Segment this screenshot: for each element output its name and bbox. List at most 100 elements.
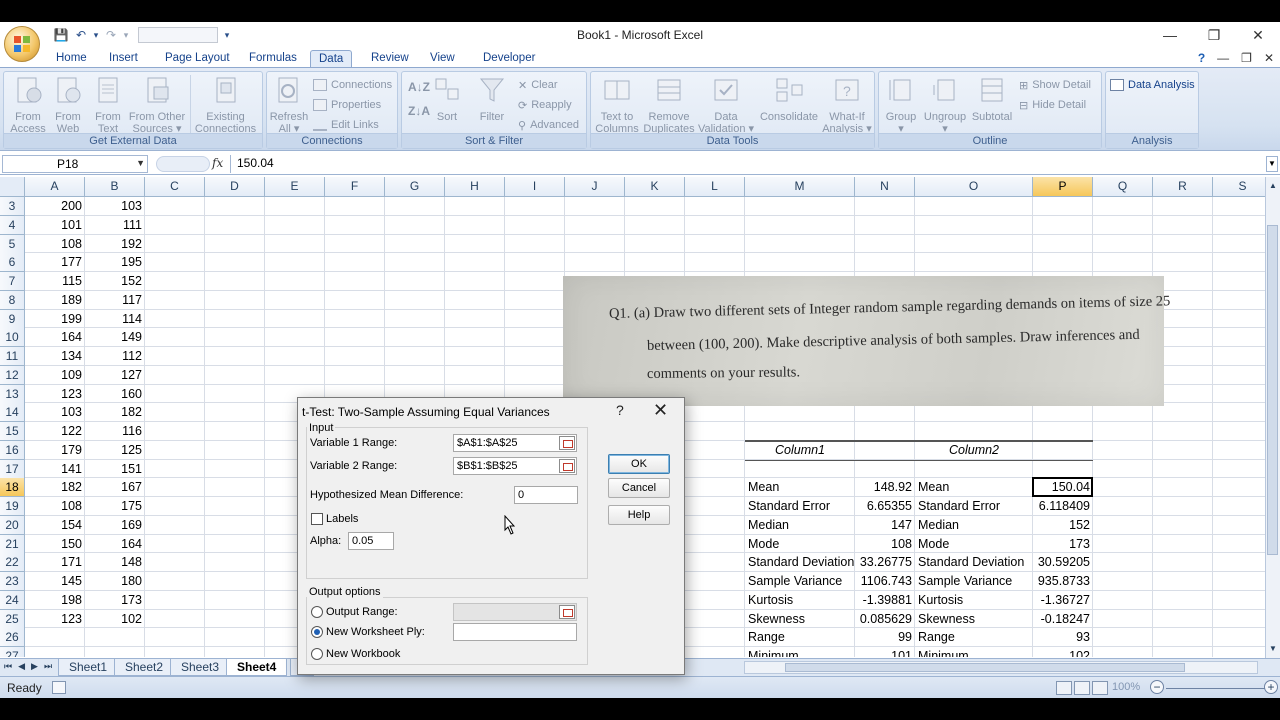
restore-icon[interactable]: ❐ <box>1192 22 1236 48</box>
expand-formula-bar-icon[interactable]: ▼ <box>1266 156 1278 172</box>
question-image[interactable]: Q1. (a) Draw two different sets of Integ… <box>563 276 1170 406</box>
cell-a8[interactable]: 189 <box>25 291 85 310</box>
stats-value-col1[interactable]: 101 <box>855 647 915 657</box>
existing-connections-button[interactable]: Existing Connections <box>190 75 260 135</box>
row-header-9[interactable]: 9 <box>0 309 25 329</box>
close-icon[interactable]: ✕ <box>1236 22 1280 48</box>
stats-label-col2[interactable]: Sample Variance <box>915 572 1033 591</box>
sheet-tab-3[interactable]: Sheet3 <box>170 659 231 676</box>
what-if-analysis-button[interactable]: ? What-If Analysis ▾ <box>821 75 873 135</box>
row-header-25[interactable]: 25 <box>0 609 25 629</box>
stats-value-col1[interactable]: 6.65355 <box>855 497 915 516</box>
stats-column1-header[interactable]: Column1 <box>745 441 855 460</box>
stats-value-col2[interactable]: -1.36727 <box>1033 591 1093 610</box>
cell-b18[interactable]: 167 <box>85 478 145 497</box>
stats-value-col1[interactable]: -1.39881 <box>855 591 915 610</box>
row-header-15[interactable]: 15 <box>0 422 25 441</box>
select-all-corner[interactable] <box>0 177 25 197</box>
cell-b19[interactable]: 175 <box>85 497 145 516</box>
row-header-23[interactable]: 23 <box>0 572 25 591</box>
row-header-13[interactable]: 13 <box>0 384 25 404</box>
from-access-button[interactable]: From Access <box>8 75 48 135</box>
vertical-scrollbar[interactable]: ▲ ▼ <box>1265 177 1280 658</box>
tab-data[interactable]: Data <box>310 50 353 68</box>
new-workbook-radio[interactable] <box>311 648 323 660</box>
alpha-input[interactable]: 0.05 <box>348 532 394 550</box>
cell-a13[interactable]: 123 <box>25 385 85 404</box>
row-header-11[interactable]: 11 <box>0 347 25 366</box>
reapply-button[interactable]: ⟳ Reapply <box>518 96 572 114</box>
cell-b11[interactable]: 112 <box>85 347 145 366</box>
cell-b4[interactable]: 111 <box>85 216 145 235</box>
normal-view-icon[interactable] <box>1056 681 1072 695</box>
consolidate-button[interactable]: Consolidate <box>757 75 821 123</box>
formula-input[interactable]: 150.04 <box>230 155 1264 173</box>
stats-label-col1[interactable]: Mean <box>745 478 855 497</box>
stats-label-col1[interactable]: Mode <box>745 535 855 554</box>
text-to-columns-button[interactable]: Text to Columns <box>593 75 641 135</box>
column-header-q[interactable]: Q <box>1093 177 1153 197</box>
tab-insert[interactable]: Insert <box>101 50 146 68</box>
cell-b6[interactable]: 195 <box>85 253 145 272</box>
column-header-b[interactable]: B <box>85 177 145 197</box>
var1-collapse-icon[interactable] <box>559 436 575 450</box>
sheet-tab-1[interactable]: Sheet1 <box>58 659 119 676</box>
column-header-h[interactable]: H <box>445 177 505 197</box>
advanced-filter-button[interactable]: ⚲ Advanced <box>518 116 579 134</box>
cell-a6[interactable]: 177 <box>25 253 85 272</box>
row-header-3[interactable]: 3 <box>0 197 25 216</box>
minimize-icon[interactable]: — <box>1148 22 1192 48</box>
cell-b21[interactable]: 164 <box>85 535 145 554</box>
row-header-12[interactable]: 12 <box>0 365 25 385</box>
from-other-sources-button[interactable]: From Other Sources ▾ <box>128 75 186 135</box>
stats-label-col2[interactable]: Standard Deviation <box>915 553 1033 572</box>
tab-page-layout[interactable]: Page Layout <box>157 50 238 68</box>
column-header-p[interactable]: P <box>1033 177 1093 197</box>
zoom-slider[interactable] <box>1166 688 1266 689</box>
cell-b25[interactable]: 102 <box>85 610 145 629</box>
cell-a14[interactable]: 103 <box>25 403 85 422</box>
row-header-27[interactable]: 27 <box>0 647 25 657</box>
stats-value-col2[interactable]: 30.59205 <box>1033 553 1093 572</box>
dialog-close-icon[interactable]: ✕ <box>653 400 668 421</box>
column-header-i[interactable]: I <box>505 177 565 197</box>
cell-a18[interactable]: 182 <box>25 478 85 497</box>
cell-a16[interactable]: 179 <box>25 441 85 460</box>
stats-value-col1[interactable]: 99 <box>855 628 915 647</box>
help-button[interactable]: Help <box>608 505 670 525</box>
cell-b17[interactable]: 151 <box>85 460 145 479</box>
column-header-e[interactable]: E <box>265 177 325 197</box>
cell-b3[interactable]: 103 <box>85 197 145 216</box>
minimize-workbook-icon[interactable]: — <box>1217 51 1229 65</box>
cell-a20[interactable]: 154 <box>25 516 85 535</box>
tab-view[interactable]: View <box>422 50 463 68</box>
output-range-collapse-icon[interactable] <box>559 605 575 619</box>
stats-label-col1[interactable]: Sample Variance <box>745 572 855 591</box>
stats-label-col1[interactable]: Standard Deviation <box>745 553 855 572</box>
properties-button[interactable]: Properties <box>313 96 381 114</box>
cell-b8[interactable]: 117 <box>85 291 145 310</box>
horizontal-scroll-thumb[interactable] <box>785 663 1185 672</box>
office-button[interactable] <box>4 26 40 62</box>
last-sheet-icon[interactable]: ⏭ <box>44 661 52 672</box>
column-header-m[interactable]: M <box>745 177 855 197</box>
hyp-mean-diff-input[interactable]: 0 <box>514 486 578 504</box>
prev-sheet-icon[interactable]: ◀ <box>18 661 25 672</box>
stats-value-col2[interactable]: 173 <box>1033 535 1093 554</box>
stats-label-col1[interactable]: Range <box>745 628 855 647</box>
row-header-7[interactable]: 7 <box>0 272 25 291</box>
row-header-18[interactable]: 18 <box>0 478 25 498</box>
zoom-out-icon[interactable]: − <box>1150 680 1164 694</box>
cell-a7[interactable]: 115 <box>25 272 85 291</box>
data-validation-button[interactable]: Data Validation ▾ <box>697 75 755 135</box>
data-analysis-button[interactable]: Data Analysis <box>1110 76 1195 94</box>
row-header-17[interactable]: 17 <box>0 459 25 479</box>
column-header-n[interactable]: N <box>855 177 915 197</box>
stats-label-col1[interactable]: Skewness <box>745 610 855 629</box>
cell-b9[interactable]: 114 <box>85 310 145 329</box>
scroll-up-icon[interactable]: ▲ <box>1267 179 1279 193</box>
cell-a21[interactable]: 150 <box>25 535 85 554</box>
close-workbook-icon[interactable]: ✕ <box>1264 51 1274 65</box>
cell-a5[interactable]: 108 <box>25 235 85 254</box>
cell-a12[interactable]: 109 <box>25 366 85 385</box>
